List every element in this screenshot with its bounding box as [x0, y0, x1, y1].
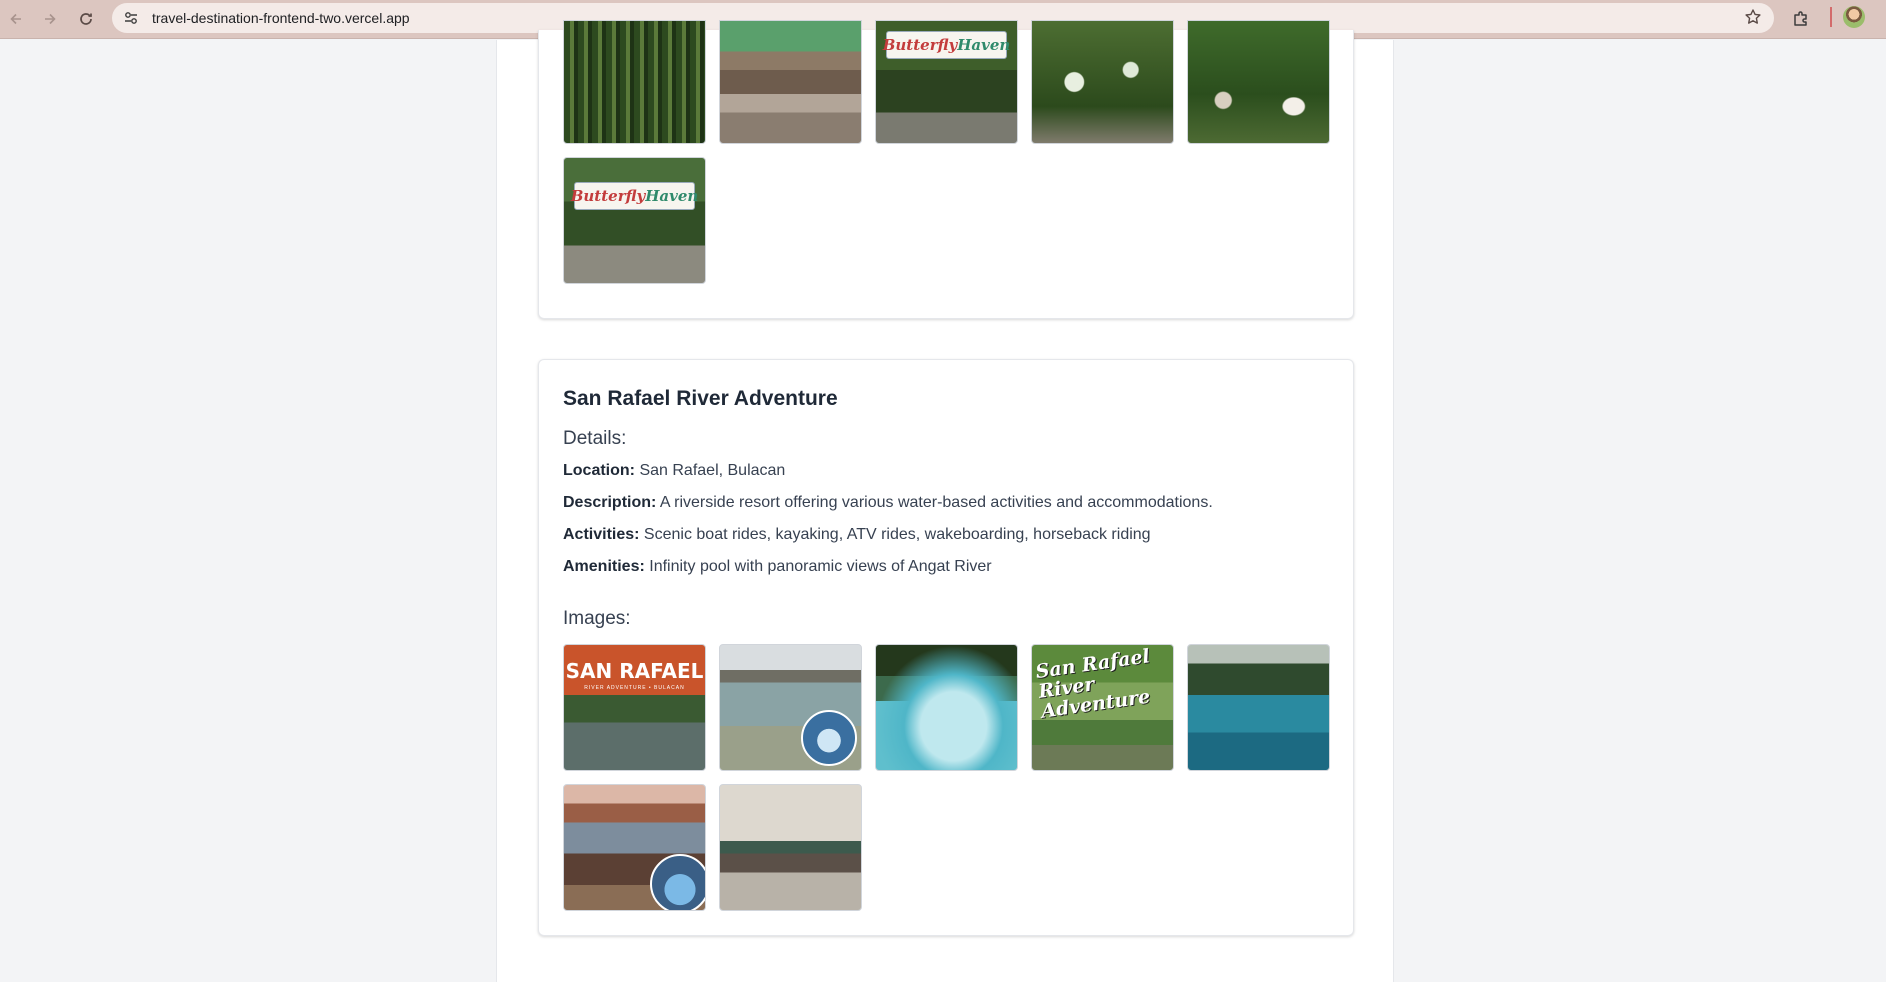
avatar[interactable] — [1843, 6, 1865, 28]
activities-row: Activities: Scenic boat rides, kayaking,… — [563, 526, 1151, 544]
sign-text: Butterfly Haven — [571, 182, 698, 210]
gallery-image[interactable]: San Rafael River Adventure — [1031, 644, 1174, 771]
images-heading: Images: — [563, 608, 631, 629]
arrow-left-icon[interactable] — [0, 3, 32, 35]
image-gallery: SAN RAFAEL RIVER ADVENTURE • BULACAN San… — [563, 644, 1330, 911]
amenities-label: Amenities: — [563, 558, 645, 575]
amenities-value: Infinity pool with panoramic views of An… — [649, 558, 992, 575]
gallery-image[interactable] — [719, 20, 862, 144]
arrow-right-icon[interactable] — [34, 3, 66, 35]
description-value: A riverside resort offering various wate… — [659, 494, 1213, 511]
puzzle-icon[interactable] — [1786, 4, 1816, 34]
destination-card-previous: Butterfly Haven Butterfly Haven — [538, 20, 1354, 319]
activities-label: Activities: — [563, 526, 640, 543]
toolbar-divider — [1830, 7, 1832, 27]
gallery-image[interactable]: Butterfly Haven — [563, 157, 706, 284]
reload-icon[interactable] — [70, 3, 102, 35]
description-label: Description: — [563, 494, 657, 511]
destination-title: San Rafael River Adventure — [563, 387, 838, 410]
location-value: San Rafael, Bulacan — [639, 462, 786, 479]
inset-photo — [650, 854, 705, 910]
sign-text: Butterfly Haven — [883, 31, 1010, 59]
gallery-image[interactable] — [875, 644, 1018, 771]
image-gallery: Butterfly Haven Butterfly Haven — [563, 20, 1330, 284]
image-overlay-subtext: RIVER ADVENTURE • BULACAN — [584, 685, 685, 691]
image-overlay-text: SAN RAFAEL — [565, 659, 704, 683]
image-overlay-text: San Rafael River Adventure — [1034, 645, 1152, 723]
description-row: Description: A riverside resort offering… — [563, 494, 1213, 512]
gallery-image[interactable] — [1031, 20, 1174, 144]
page-content: Butterfly Haven Butterfly Haven San Rafael… — [496, 20, 1394, 982]
gallery-image[interactable]: Butterfly Haven — [875, 20, 1018, 144]
location-row: Location: San Rafael, Bulacan — [563, 462, 785, 480]
details-heading: Details: — [563, 428, 627, 449]
url-text[interactable]: travel-destination-frontend-two.vercel.a… — [152, 10, 410, 26]
gallery-image[interactable] — [1187, 644, 1330, 771]
inset-photo — [801, 710, 857, 766]
star-icon[interactable] — [1744, 8, 1762, 31]
gallery-image[interactable] — [563, 20, 706, 144]
location-label: Location: — [563, 462, 635, 479]
gallery-image[interactable] — [719, 644, 862, 771]
gallery-image[interactable] — [563, 784, 706, 911]
gallery-image[interactable] — [1187, 20, 1330, 144]
gallery-image[interactable] — [719, 784, 862, 911]
gallery-image[interactable]: SAN RAFAEL RIVER ADVENTURE • BULACAN — [563, 644, 706, 771]
activities-value: Scenic boat rides, kayaking, ATV rides, … — [643, 526, 1151, 543]
destination-card: San Rafael River Adventure Details: Loca… — [538, 359, 1354, 936]
tune-icon[interactable] — [120, 7, 142, 29]
amenities-row: Amenities: Infinity pool with panoramic … — [563, 558, 992, 576]
